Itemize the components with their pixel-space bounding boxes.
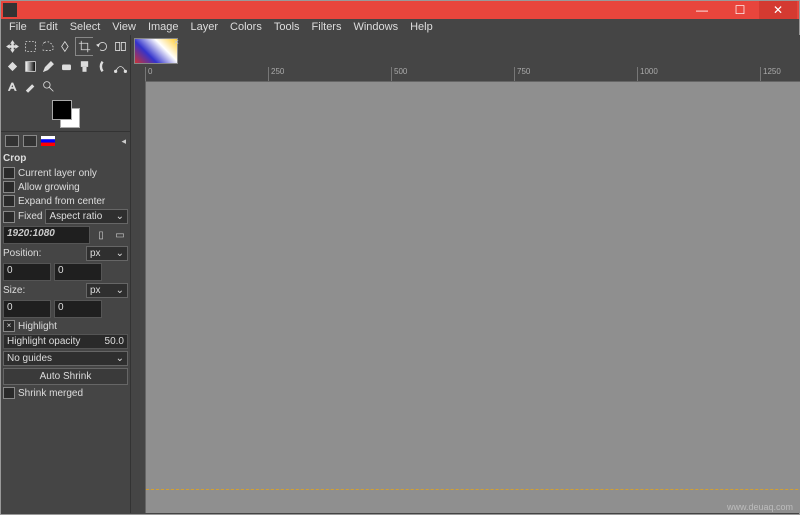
free-select-tool[interactable] <box>39 37 58 56</box>
landscape-icon[interactable]: ▭ <box>112 228 128 242</box>
canvas-area: × 0 250 500 750 1000 1250 1500 <box>131 35 800 513</box>
flip-tool[interactable] <box>111 37 130 56</box>
menu-image[interactable]: Image <box>144 20 183 34</box>
toolbox: A <box>1 35 130 98</box>
expand-center-label: Expand from center <box>18 196 105 207</box>
position-label: Position: <box>3 248 41 259</box>
portrait-icon[interactable]: ▯ <box>93 228 109 242</box>
size-w-input[interactable]: 0 <box>3 300 51 318</box>
smudge-tool[interactable] <box>93 57 112 76</box>
fixed-checkbox[interactable] <box>3 211 15 223</box>
shrink-merged-label: Shrink merged <box>18 388 83 399</box>
close-tab-icon[interactable]: × <box>174 37 179 47</box>
canvas[interactable] <box>146 82 800 513</box>
allow-growing-checkbox[interactable] <box>3 181 15 193</box>
fuzzy-select-tool[interactable] <box>57 37 76 56</box>
app-window: — ☐ ✕ File Edit Select View Image Layer … <box>0 0 800 515</box>
menubar: File Edit Select View Image Layer Colors… <box>1 19 799 35</box>
shrink-merged-checkbox[interactable] <box>3 387 15 399</box>
highlight-checkbox[interactable]: × <box>3 320 15 332</box>
tool-options-panel: Crop Current layer only Allow growing Ex… <box>1 149 130 402</box>
menu-tools[interactable]: Tools <box>270 20 304 34</box>
menu-filters[interactable]: Filters <box>308 20 346 34</box>
menu-colors[interactable]: Colors <box>226 20 266 34</box>
pencil-tool[interactable] <box>39 57 58 76</box>
menu-windows[interactable]: Windows <box>349 20 402 34</box>
bucket-tool[interactable] <box>3 57 22 76</box>
rotate-tool[interactable] <box>93 37 112 56</box>
color-swatches[interactable] <box>52 100 80 128</box>
current-layer-label: Current layer only <box>18 168 97 179</box>
color-picker-tool[interactable] <box>21 77 40 96</box>
auto-shrink-button[interactable]: Auto Shrink <box>3 368 128 385</box>
menu-view[interactable]: View <box>108 20 140 34</box>
panel-menu-icon[interactable]: ◂ <box>121 136 126 147</box>
allow-growing-label: Allow growing <box>18 182 80 193</box>
vertical-ruler[interactable] <box>131 82 146 513</box>
pos-x-input[interactable]: 0 <box>3 263 51 281</box>
fixed-mode-select[interactable]: Aspect ratio⌄ <box>45 209 128 224</box>
position-unit-select[interactable]: px⌄ <box>86 246 128 261</box>
left-panel: A ◂ Crop Current layer only Allow growin… <box>1 35 131 513</box>
highlight-label: Highlight <box>18 321 57 332</box>
crop-boundary[interactable] <box>146 489 800 491</box>
highlight-opacity-slider[interactable]: Highlight opacity50.0 <box>3 334 128 349</box>
horizontal-ruler[interactable]: 0 250 500 750 1000 1250 1500 <box>145 67 800 82</box>
titlebar[interactable]: — ☐ ✕ <box>1 1 799 19</box>
document-tab[interactable]: × <box>134 38 178 64</box>
menu-file[interactable]: File <box>5 20 31 34</box>
watermark: www.deuaq.com <box>727 502 793 512</box>
menu-help[interactable]: Help <box>406 20 437 34</box>
fixed-label: Fixed <box>18 211 42 222</box>
size-h-input[interactable]: 0 <box>54 300 102 318</box>
menu-layer[interactable]: Layer <box>187 20 223 34</box>
size-label: Size: <box>3 285 25 296</box>
aspect-input[interactable]: 1920:1080 <box>3 226 90 244</box>
text-tool[interactable]: A <box>3 77 22 96</box>
size-unit-select[interactable]: px⌄ <box>86 283 128 298</box>
pos-y-input[interactable]: 0 <box>54 263 102 281</box>
svg-text:A: A <box>8 82 16 93</box>
device-tab[interactable] <box>23 135 37 147</box>
tool-options-title: Crop <box>3 151 128 166</box>
tool-options-tab[interactable] <box>5 135 19 147</box>
eraser-tool[interactable] <box>57 57 76 76</box>
clone-tool[interactable] <box>75 57 94 76</box>
menu-select[interactable]: Select <box>66 20 105 34</box>
current-layer-checkbox[interactable] <box>3 167 15 179</box>
app-icon <box>3 3 17 17</box>
close-button[interactable]: ✕ <box>759 1 797 19</box>
guides-select[interactable]: No guides⌄ <box>3 351 128 366</box>
gradient-tool[interactable] <box>21 57 40 76</box>
flag-icon <box>41 136 55 146</box>
path-tool[interactable] <box>111 57 130 76</box>
minimize-button[interactable]: — <box>683 1 721 19</box>
expand-center-checkbox[interactable] <box>3 195 15 207</box>
fg-color[interactable] <box>52 100 72 120</box>
menu-edit[interactable]: Edit <box>35 20 62 34</box>
zoom-tool[interactable] <box>39 77 58 96</box>
maximize-button[interactable]: ☐ <box>721 1 759 19</box>
rect-select-tool[interactable] <box>21 37 40 56</box>
move-tool[interactable] <box>3 37 22 56</box>
crop-tool[interactable] <box>75 37 94 56</box>
